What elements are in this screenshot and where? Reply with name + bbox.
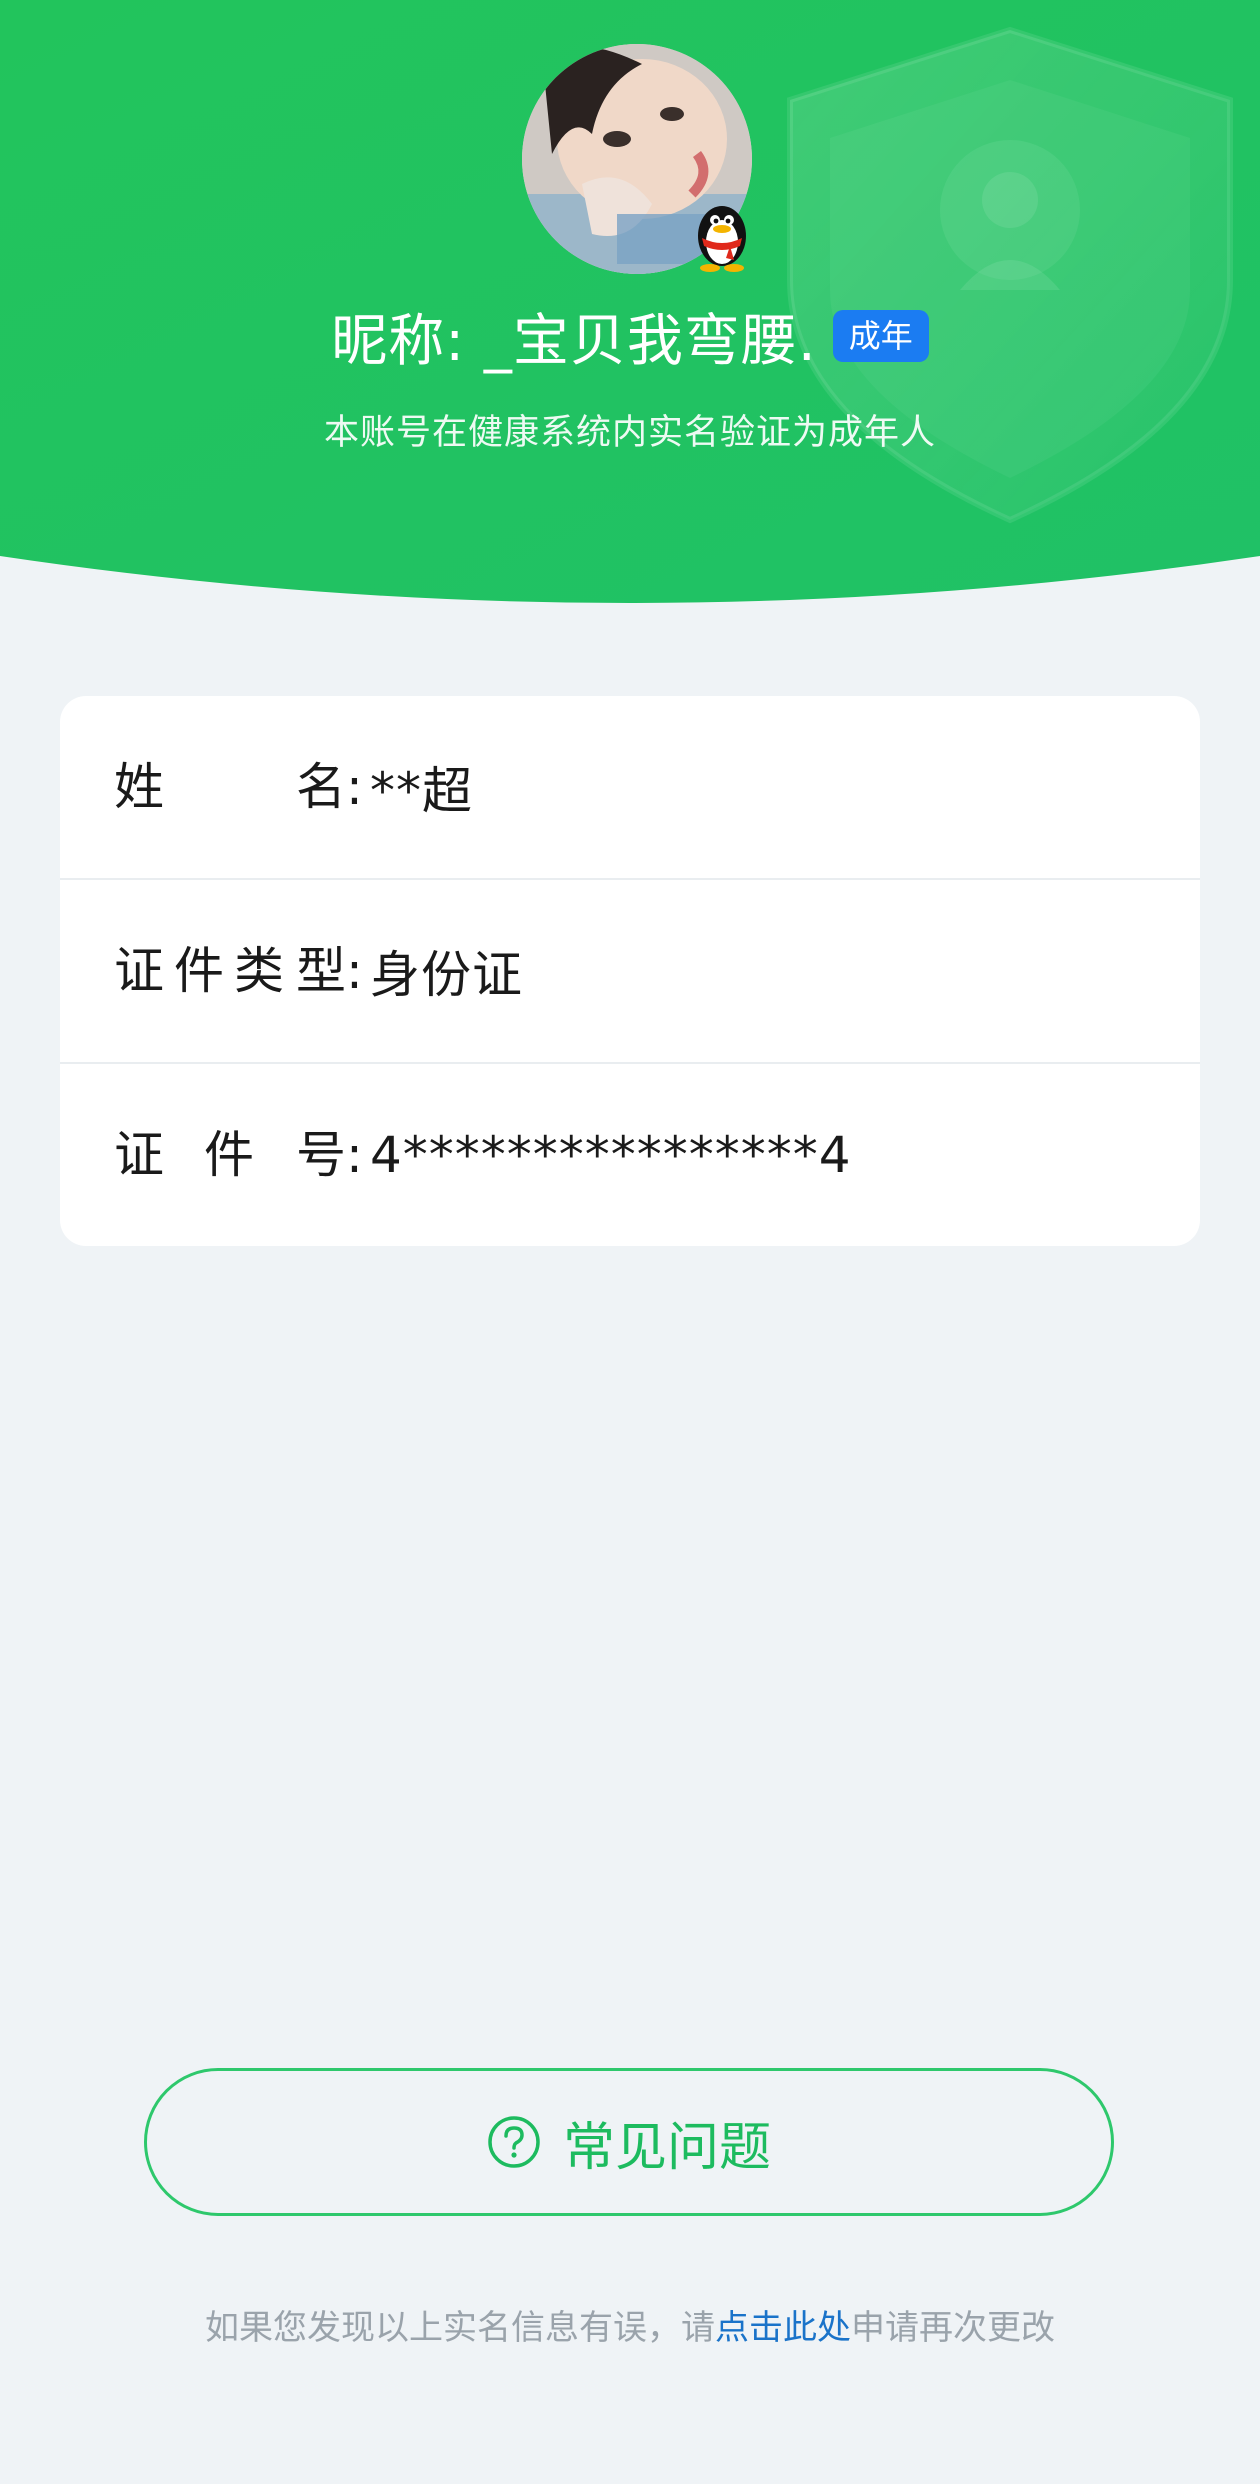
faq-button[interactable]: 常见问题 <box>144 2068 1114 2216</box>
name-label-char: 名: <box>296 758 363 816</box>
name-row: 姓 名: **超 <box>60 696 1200 878</box>
question-circle-icon <box>488 2116 540 2168</box>
id-number-label-char: 证 <box>114 1126 164 1184</box>
id-type-label-char: 件 <box>174 942 224 1000</box>
id-number-row: 证 件 号: 4****************4 <box>60 1062 1200 1246</box>
id-number-label: 证 件 号: <box>114 1125 370 1185</box>
info-card: 姓 名: **超 证 件 类 型: 身份证 证 件 号: 4**********… <box>60 696 1200 1246</box>
footer-note: 如果您发现以上实名信息有误，请点击此处申请再次更改 <box>0 2300 1260 2349</box>
header: 昵称: _宝贝我弯腰. 成年 本账号在健康系统内实名验证为成年人 <box>0 0 1260 620</box>
id-type-label-char: 证 <box>114 942 164 1000</box>
adult-badge: 成年 <box>832 310 929 362</box>
id-number-label-char: 号: <box>296 1126 363 1184</box>
id-type-label: 证 件 类 型: <box>114 941 370 1001</box>
id-type-label-char: 类 <box>234 942 284 1000</box>
footer-suffix: 申请再次更改 <box>851 2308 1055 2348</box>
id-type-row: 证 件 类 型: 身份证 <box>60 878 1200 1062</box>
id-type-label-char: 型: <box>296 942 363 1000</box>
id-number-value: 4****************4 <box>370 1126 852 1184</box>
verify-status-text: 本账号在健康系统内实名验证为成年人 <box>323 413 936 453</box>
nickname-row: 昵称: _宝贝我弯腰. 成年 <box>0 296 1260 376</box>
nickname: 昵称: _宝贝我弯腰. <box>331 308 817 374</box>
qq-penguin-icon <box>698 206 746 272</box>
name-value: **超 <box>370 762 473 820</box>
id-type-value: 身份证 <box>370 946 523 1004</box>
faq-button-label: 常见问题 <box>562 2117 771 2178</box>
id-number-label-char: 件 <box>204 1126 254 1184</box>
name-label-char: 姓 <box>114 758 164 816</box>
name-label: 姓 名: <box>114 757 370 817</box>
modify-link[interactable]: 点击此处 <box>715 2308 851 2348</box>
footer-prefix: 如果您发现以上实名信息有误，请 <box>205 2308 715 2348</box>
